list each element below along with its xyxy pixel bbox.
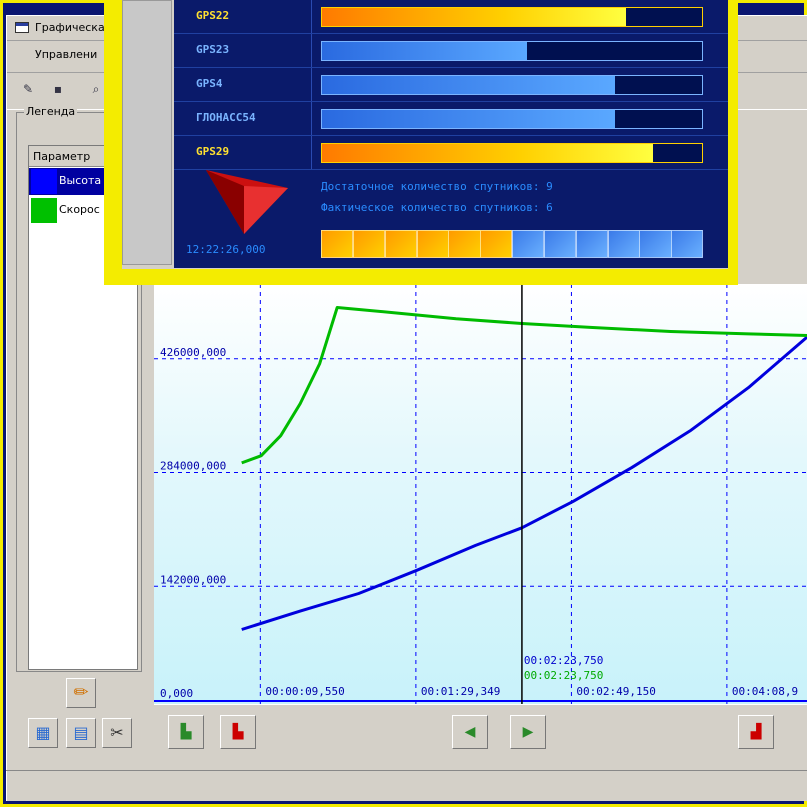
satellite-row: GPS29 [174,136,728,170]
row-separator [311,68,312,101]
chart-area[interactable]: 0,000 142000,000 284000,000 426000,000 00:00… [154,284,807,704]
menu-item-control[interactable]: Управлени [35,48,97,61]
signal-fill [322,76,615,94]
gps-window: GPS22 GPS23 GPS4 ГЛОНАСС54 GPS29 Достато… [122,0,728,269]
gps-status-panel: GPS22 GPS23 GPS4 ГЛОНАСС54 GPS29 Достато… [174,0,728,268]
remove-graph-icon: ▙ [232,724,244,740]
row-separator [311,136,312,169]
status-bar [6,770,807,793]
gps-time: 12:22:26,000 [186,243,266,256]
legend-swatch-height [31,169,57,194]
count-segment [448,230,481,258]
zoom-out-icon: ▟ [750,724,762,740]
satellite-row: GPS22 [174,0,728,34]
count-segment [384,230,417,258]
satellite-name: GPS23 [196,43,230,56]
satellite-row: GPS4 [174,68,728,102]
satellite-row: GPS23 [174,34,728,68]
satellite-name: ГЛОНАСС54 [196,111,256,124]
y-tick-label: 426000,000 [160,346,226,359]
arrow-right-icon: ▶ [522,724,534,740]
signal-bar [321,75,703,95]
satellite-row: ГЛОНАСС54 [174,102,728,136]
legend-swatch-speed [31,198,57,223]
satellite-name: GPS22 [196,9,230,22]
y-tick-label: 284000,000 [160,460,226,473]
x-tick-label: 00:00:09,550 [265,685,344,698]
pencil-icon: ✏ [73,682,89,703]
count-segment [416,230,449,258]
chart-toolbar: ▙ ▙ ◀ ▶ ▟ [154,704,807,755]
scroll-left-button[interactable]: ◀ [452,715,488,749]
row-separator [311,0,312,33]
count-segment [352,230,386,258]
signal-fill [322,42,528,60]
tool-move-icon[interactable]: ▪ [47,78,69,100]
add-graph-button[interactable]: ▙ [168,715,204,749]
series-line [241,306,807,465]
chart-settings-button[interactable]: ▦ [28,718,58,748]
add-graph-icon: ▙ [180,724,192,740]
count-segment [321,230,354,258]
arrow-left-icon: ◀ [464,724,476,740]
remove-graph-button[interactable]: ▙ [220,715,256,749]
edit-pencil-button[interactable]: ✏ [66,678,96,708]
signal-bar [321,41,703,61]
chart-svg[interactable]: 0,000 142000,000 284000,000 426000,000 00:00… [154,284,807,704]
signal-bar [321,7,703,27]
chart-icon: ▦ [35,723,51,742]
signal-bar [321,109,703,129]
series-line [241,335,807,631]
export-button[interactable]: ▤ [66,718,96,748]
cursor-time-label: 00:02:23,750 [524,654,603,667]
window-title: Графическа [35,21,105,34]
row-separator [311,34,312,67]
gps-overlay-frame: GPS22 GPS23 GPS4 ГЛОНАСС54 GPS29 Достато… [104,0,738,285]
tool-select-icon[interactable]: ✎ [17,78,39,100]
count-segment [512,230,545,258]
count-segment [543,230,577,258]
count-segment [671,230,704,258]
y-tick-label: 0,000 [160,687,193,700]
legend-group-label: Легенда [24,105,78,118]
pyramid-icon [206,170,288,234]
y-tick-label: 142000,000 [160,573,226,586]
signal-fill [322,110,615,128]
tools-icon: ✂ [110,723,124,742]
scroll-right-button[interactable]: ▶ [510,715,546,749]
row-separator [311,102,312,135]
signal-fill [322,144,653,162]
satellite-name: GPS4 [196,77,223,90]
signal-bar [321,143,703,163]
x-tick-label: 00:01:29,349 [421,685,500,698]
zoom-out-button[interactable]: ▟ [738,715,774,749]
window-icon [15,22,29,33]
signal-fill [322,8,626,26]
satellite-name: GPS29 [196,145,230,158]
tools-button[interactable]: ✂ [102,718,132,748]
count-segment [607,230,640,258]
cursor-time-label: 00:02:23,750 [524,669,603,682]
satellite-count-bar [321,230,704,258]
count-segment [575,230,608,258]
actual-satellites-text: Фактическое количество спутников: 6 [321,201,553,214]
count-segment [480,230,513,258]
gps-side-panel [122,0,172,265]
x-tick-label: 00:02:49,150 [576,685,655,698]
count-segment [639,230,672,258]
document-icon: ▤ [73,723,89,742]
sufficient-satellites-text: Достаточное количество спутников: 9 [321,180,553,193]
x-tick-label: 00:04:08,9 [732,685,798,698]
